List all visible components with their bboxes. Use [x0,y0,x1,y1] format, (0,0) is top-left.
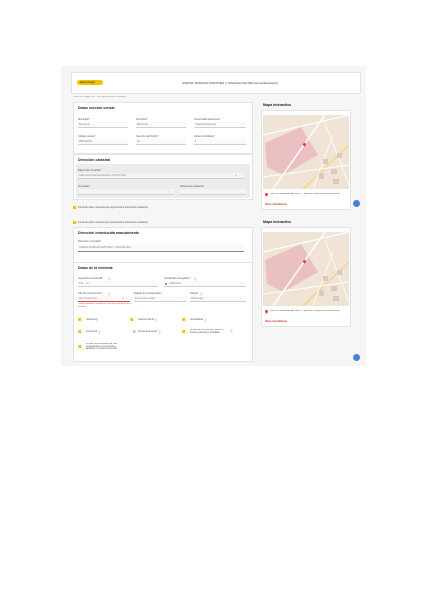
cadastral-title: Dirección catastral [78,158,111,162]
luminosa-toggle[interactable] [78,330,84,333]
info-icon[interactable]: ⓘ [98,330,101,334]
provincia-field[interactable]: Barcelona [136,122,186,128]
map-streets [263,115,349,189]
info-icon[interactable]: ⓘ [154,318,157,322]
property-title: Datos de la vivienda [78,266,113,270]
manual-checkbox[interactable] [73,206,76,209]
ref-field[interactable] [180,189,246,195]
census-title: Datos sección censal [78,106,115,110]
interactive-map[interactable] [263,232,349,306]
chevron-down-icon[interactable]: ⌄ [180,297,182,300]
ascensor-toggle[interactable] [78,318,84,321]
origin-badge-label: Datos Origen [80,80,96,84]
property-card: Datos de la vivienda Superficie construi… [73,262,253,362]
chevron-down-icon[interactable]: ⌄ [126,297,128,300]
surface-field[interactable]: 105 m² [78,281,158,287]
map-streets [263,232,349,306]
distrito-field[interactable]: 10 [136,139,186,145]
chevron-down-icon[interactable]: ⌄ [240,282,242,285]
header-bar: Datos Origen GRETEL MARIANA MARTINEZ 1, … [71,72,361,94]
terraza-toggle[interactable] [182,330,188,333]
manual-address-field[interactable]: GRETEL MARIANA MARTINEZ 1, BARCELONA [78,244,244,252]
screenshot-manual-data: Introducir datos manualmente (ignorando … [61,214,366,366]
surface-label: Superficie construida* [78,277,104,280]
map-card: GRETEL MARIANA MARTINEZ 1, BARCELONA (Ba… [261,227,351,327]
manual-label: Dirección completa* [78,240,102,243]
toggle-label: Vivienda con terraza, jardín o zonas ext… [190,329,224,334]
screenshot-origin-data: Datos Origen GRETEL MARIANA MARTINEZ 1, … [61,66,366,214]
toggle-label: Zonas exteriores [138,330,158,333]
info-icon[interactable]: ⓘ [230,329,233,333]
recaptcha-icon [353,200,360,207]
manual-title: Dirección introducida manualmente [78,231,140,235]
location-pin-icon [264,309,269,314]
amueblada-toggle[interactable] [182,318,188,321]
municipio-field[interactable]: Barcelona [78,122,128,128]
origin-badge[interactable]: Datos Origen [77,80,103,85]
year-select[interactable]: Año construcción ✕ ⌄ [78,296,130,302]
year-label: Año de construcción* [78,292,103,295]
state-select[interactable]: En perfecto estado ⌄ [134,296,186,302]
toggle-label: Zonas comunitarias de uso compartido (co… [86,343,118,351]
toggle-label: Luminosa [86,330,98,333]
floor-label: Planta* [190,292,199,295]
info-icon[interactable]: ⓘ [204,318,207,322]
info-icon[interactable]: ⓘ [108,277,111,281]
address-header: GRETEL MARIANA MARTINEZ 1, BARCELONA (Ba… [182,80,278,85]
energy-label: Certificado energético* [164,277,191,280]
map-address: GRETEL MARIANA MARTINEZ 1, BARCELONA (Ba… [270,310,340,312]
map-link[interactable]: Datos Inmobiliarios [265,320,287,323]
census-card: Datos sección censal Municipio* Barcelon… [73,102,253,154]
codigo-censal-field[interactable]: 0801901026 [78,139,128,145]
map-link[interactable]: Datos Inmobiliarios [265,203,287,206]
recaptcha-icon [353,354,360,361]
manual-notice: Introducir datos manualmente (ignorando … [78,221,148,224]
comunidad-field[interactable]: Cataluña/Catalunya [194,122,246,128]
location-pin-icon [264,192,269,197]
field-label: Código censal* [78,135,96,138]
aparcamiento-toggle[interactable] [130,318,136,321]
chevron-down-icon[interactable]: ⌄ [240,297,242,300]
zona-field[interactable]: 8 [194,139,246,145]
year-error: Campo requerido. Introduzca el año de co… [78,303,132,308]
field-label: Comunidad autónoma* [194,118,221,121]
map-card: GRETEL MARIANA MARTINEZ 1, BARCELONA (Ba… [261,110,351,210]
info-icon[interactable]: ⓘ [96,318,99,322]
chevron-down-icon[interactable]: ⌄ [239,174,241,177]
field-label: Zona inmobiliaria* [194,135,215,138]
info-icon[interactable]: ⓘ [194,277,197,281]
toggle-label: Aparcamiento [138,318,155,321]
state-label: Estado de conservación [134,292,162,295]
inmueble-select[interactable]: ⌄ [78,189,174,195]
manual-checkbox[interactable] [73,221,76,224]
chevron-down-icon[interactable]: ⌄ [168,190,170,193]
ref-label: Referencia catastral* [180,185,205,188]
toggle-label: Amueblada [190,318,204,321]
address-select[interactable]: Calle Gretel Mariana Martinez 1 BCN 1 BC… [78,173,244,179]
zonas-exteriores-toggle[interactable] [130,330,136,333]
energy-dot-icon [165,282,167,285]
info-icon[interactable]: ⓘ [108,292,111,296]
cadastral-card: Dirección catastral Datos del inmueble* … [73,154,253,200]
address-label: Datos del inmueble* [78,169,102,172]
floor-select[interactable]: Planta baja ⌄ [190,296,246,302]
manual-notice: Introducir datos manualmente (ignorando … [78,206,148,209]
energy-select[interactable]: Calificación ⌄ [164,281,246,287]
map-title: Mapa interactivo [263,220,292,224]
field-label: Sección de Distrito* [136,135,159,138]
map-address: GRETEL MARIANA MARTINEZ 1, BARCELONA (Ba… [270,193,340,195]
field-label: Municipio* [78,118,90,121]
manual-address-card: Dirección introducida manualmente Direcc… [73,227,253,263]
info-icon[interactable]: ⓘ [200,292,203,296]
clear-icon[interactable]: ✕ [122,297,124,300]
zonas-comunitarias-toggle[interactable] [78,345,84,348]
info-icon[interactable]: ⓘ [158,330,161,334]
map-title: Mapa interactivo [263,103,292,107]
interactive-map[interactable] [263,115,349,189]
field-label: Provincia* [136,118,148,121]
required-hint: Todos los campos con * son requeridos pa… [73,96,126,98]
inmueble-label: Inmueble* [78,185,90,188]
clear-icon[interactable]: ✕ [235,174,237,177]
